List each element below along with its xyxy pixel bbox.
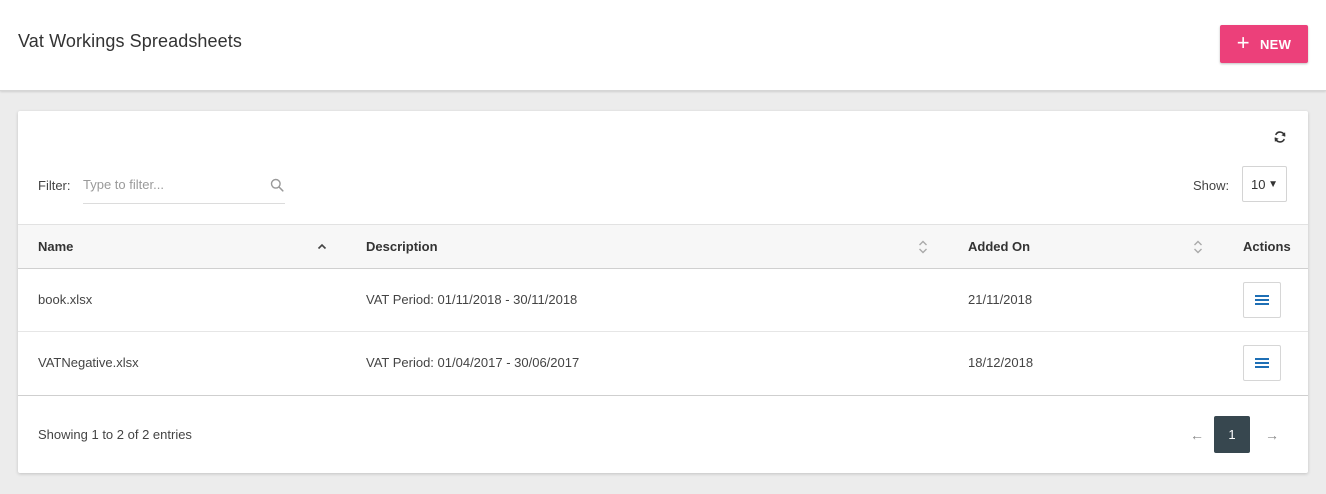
top-bar: Vat Workings Spreadsheets + NEW: [0, 0, 1326, 91]
table-row: VATNegative.xlsx VAT Period: 01/04/2017 …: [18, 332, 1308, 395]
new-button-label: NEW: [1259, 36, 1292, 52]
pagination-page-1[interactable]: 1: [1214, 416, 1250, 453]
row-description: VAT Period: 01/04/2017 - 30/06/2017: [366, 355, 580, 370]
table-header: Name Description Added On Actions: [18, 224, 1308, 269]
plus-icon: +: [1236, 30, 1250, 55]
search-icon: [270, 178, 284, 192]
filter-input[interactable]: [83, 167, 263, 201]
show-label: Show:: [1193, 178, 1230, 193]
table-row: book.xlsx VAT Period: 01/11/2018 - 30/11…: [18, 269, 1308, 332]
column-name-header[interactable]: Name: [38, 239, 73, 254]
filter-field: [83, 167, 285, 204]
sort-both-icon[interactable]: [1193, 239, 1203, 255]
row-added-on: 18/12/2018: [968, 355, 1034, 370]
new-button[interactable]: + NEW: [1220, 25, 1308, 63]
row-name: book.xlsx: [38, 292, 93, 307]
page-title: Vat Workings Spreadsheets: [18, 31, 242, 51]
row-actions-button[interactable]: [1243, 345, 1281, 381]
page-size-select[interactable]: 10 ▼: [1242, 166, 1287, 202]
pagination-prev[interactable]: ←: [1190, 427, 1204, 443]
entries-info: Showing 1 to 2 of 2 entries: [38, 427, 192, 442]
menu-icon: [1255, 358, 1269, 368]
column-added-on-header[interactable]: Added On: [968, 239, 1030, 254]
caret-down-icon: ▼: [1268, 179, 1278, 190]
pagination-next[interactable]: →: [1265, 427, 1279, 443]
sort-both-icon[interactable]: [918, 239, 928, 255]
row-actions-button[interactable]: [1243, 282, 1281, 318]
row-name: VATNegative.xlsx: [38, 355, 139, 370]
column-actions-header: Actions: [1243, 239, 1291, 254]
sort-ascending-icon[interactable]: [317, 239, 327, 255]
menu-icon: [1255, 295, 1269, 305]
column-description-header[interactable]: Description: [366, 239, 438, 254]
page-size-value: 10: [1251, 176, 1266, 192]
refresh-icon[interactable]: [1273, 130, 1287, 144]
table-footer-divider: [18, 395, 1308, 396]
row-added-on: 21/11/2018: [968, 292, 1033, 307]
filter-label: Filter:: [38, 178, 71, 193]
row-description: VAT Period: 01/11/2018 - 30/11/2018: [366, 292, 578, 307]
spreadsheets-card: Filter: Show: 10 ▼ Name Description Adde…: [18, 111, 1308, 473]
